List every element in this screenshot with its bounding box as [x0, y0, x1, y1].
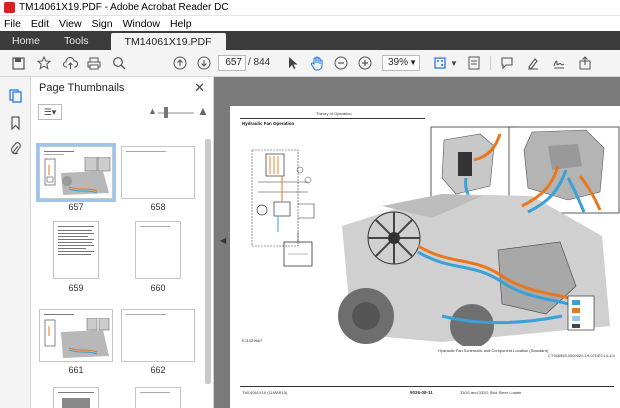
- page-number-input[interactable]: 657: [218, 55, 246, 71]
- tab-tools[interactable]: Tools: [52, 31, 101, 50]
- zoom-in-icon[interactable]: [357, 55, 373, 71]
- attachment-icon[interactable]: [8, 141, 23, 156]
- tab-document-label: TM14061X19.PDF: [124, 35, 212, 48]
- page-thumbnails-icon[interactable]: [8, 88, 23, 103]
- cloud-upload-icon[interactable]: [62, 55, 78, 71]
- thumbnail-page-660[interactable]: [135, 221, 181, 279]
- list-options-icon: ☰▾: [43, 106, 57, 117]
- page-footer-rule: [240, 386, 614, 387]
- previous-page-icon[interactable]: [172, 55, 188, 71]
- collapse-panel-arrow-icon[interactable]: ◀: [220, 236, 226, 245]
- close-icon[interactable]: ✕: [194, 80, 205, 96]
- navigation-pane-strip: [0, 77, 31, 408]
- thumbnail-label-661: 661: [68, 365, 84, 375]
- thumbnail-page-658[interactable]: [121, 146, 195, 199]
- thumbnail-label-662: 662: [150, 365, 166, 375]
- large-mountain-icon: ▲: [197, 104, 209, 118]
- menu-bar: File Edit View Sign Window Help: [0, 16, 620, 31]
- thumbnail-page-662[interactable]: [121, 309, 195, 362]
- page-total: / 844: [248, 57, 271, 68]
- save-icon[interactable]: [10, 55, 26, 71]
- scroll-mode-icon[interactable]: [466, 55, 482, 71]
- page-title: Hydraulic Fan Operation: [242, 121, 295, 126]
- window-title: TM14061X19.PDF - Adobe Acrobat Reader DC: [19, 2, 229, 13]
- thumbnail-page-659[interactable]: [53, 221, 99, 279]
- thumbnail-label-658: 658: [150, 202, 166, 212]
- sign-icon[interactable]: [551, 55, 567, 71]
- corner-code: CT946555,0000020-19-07DEC14-1/4: [548, 353, 615, 358]
- menu-view[interactable]: View: [59, 18, 82, 30]
- page-header-rule: [240, 118, 425, 119]
- next-page-icon[interactable]: [196, 55, 212, 71]
- page-display-chevron-icon[interactable]: ▼: [446, 55, 462, 71]
- star-icon[interactable]: [36, 55, 52, 71]
- zoom-out-icon[interactable]: [333, 55, 349, 71]
- bookmark-icon[interactable]: [8, 115, 23, 130]
- thumbnail-page-661[interactable]: [39, 309, 113, 362]
- thumbnail-scrollbar-thumb[interactable]: [205, 139, 211, 384]
- hand-tool-icon[interactable]: [309, 55, 325, 71]
- small-mountain-icon: ▲: [148, 106, 157, 116]
- tab-document[interactable]: TM14061X19.PDF: [110, 33, 226, 50]
- title-bar: TM14061X19.PDF - Adobe Acrobat Reader DC: [0, 0, 620, 16]
- thumbnail-page-664[interactable]: [135, 387, 181, 408]
- select-cursor-icon[interactable]: [285, 55, 301, 71]
- comment-icon[interactable]: [499, 55, 515, 71]
- thumbnail-label-659: 659: [68, 283, 84, 293]
- thumbnail-page-663[interactable]: [53, 387, 99, 408]
- thumbnail-label-660: 660: [150, 283, 166, 293]
- toolbar: 657 / 844 39% ▼ ▼: [0, 50, 620, 77]
- figure-id: EJ1029667: [242, 338, 263, 343]
- print-icon[interactable]: [86, 55, 102, 71]
- tab-bar: Home Tools TM14061X19.PDF: [0, 31, 620, 50]
- thumbnail-size-slider-handle[interactable]: [164, 107, 168, 118]
- menu-file[interactable]: File: [4, 18, 21, 30]
- tab-home[interactable]: Home: [0, 31, 52, 50]
- page-thumbnails-panel: Page Thumbnails ✕ ☰▾ ▲ ▲ 657 658 659 660…: [31, 77, 214, 408]
- share-icon[interactable]: [577, 55, 593, 71]
- zoom-level-select[interactable]: 39% ▼: [382, 55, 420, 71]
- menu-window[interactable]: Window: [123, 18, 160, 30]
- toolbar-separator: [490, 56, 491, 70]
- hydraulic-schematic: [251, 149, 315, 267]
- zoom-level-value: 39%: [388, 57, 409, 68]
- menu-sign[interactable]: Sign: [92, 18, 113, 30]
- thumbnail-page-657[interactable]: [36, 143, 116, 202]
- footer-left: TM14061X19 (11MAR15): [242, 390, 288, 395]
- document-view[interactable]: Theory of Operation Hydraulic Fan Operat…: [214, 77, 620, 408]
- skid-steer-component-illustration: [338, 166, 610, 346]
- panel-title: Page Thumbnails: [39, 82, 125, 94]
- footer-right: 330G and 332G Skid Steer Loader: [460, 390, 522, 395]
- zoom-search-icon[interactable]: [111, 55, 127, 71]
- thumbnail-options-button[interactable]: ☰▾: [38, 104, 62, 120]
- acrobat-app-icon: [4, 2, 15, 13]
- highlight-pen-icon[interactable]: [525, 55, 541, 71]
- page-header: Theory of Operation: [316, 111, 352, 116]
- chevron-down-icon: ▼: [409, 58, 417, 67]
- pdf-page: Theory of Operation Hydraulic Fan Operat…: [230, 106, 620, 408]
- menu-edit[interactable]: Edit: [31, 18, 49, 30]
- thumbnail-label-657: 657: [68, 202, 84, 212]
- thumbnail-scrollbar[interactable]: [205, 129, 211, 404]
- footer-page-number: 9026-08-11: [410, 390, 433, 395]
- figure-caption: Hydraulic Fan Schematic and Component Lo…: [438, 348, 549, 353]
- menu-help[interactable]: Help: [170, 18, 192, 30]
